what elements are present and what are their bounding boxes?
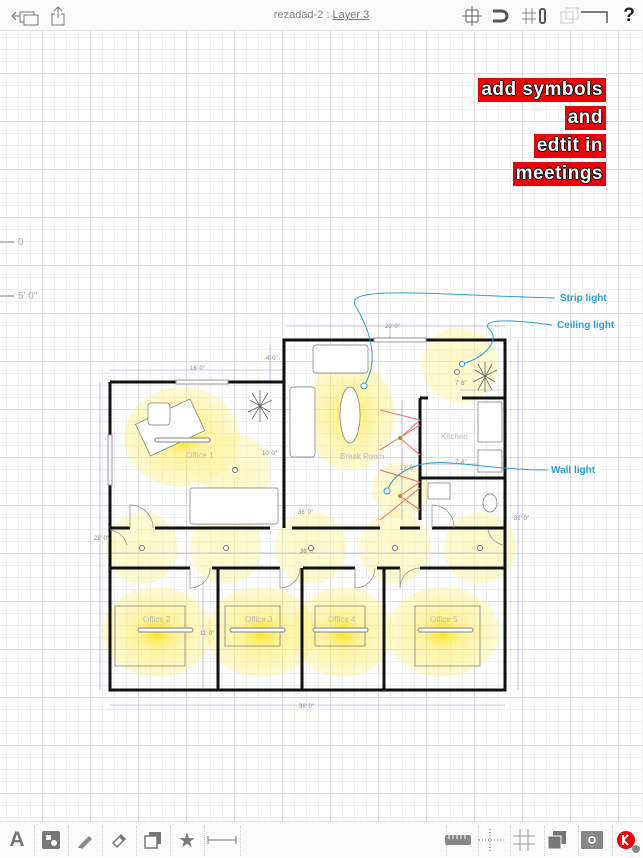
dim-label: 7' 6" <box>455 381 467 387</box>
dim-label: 11' 0" <box>200 631 215 637</box>
dim-label: 16' 0" <box>190 366 205 372</box>
room-label-office-3: Office 3 <box>245 615 273 624</box>
dim-label: 36' 0" <box>299 704 314 710</box>
room-label-break-room: Break Room <box>340 452 385 461</box>
snap-target-icon[interactable] <box>462 6 482 26</box>
image-icon[interactable] <box>140 828 166 852</box>
settings-icon[interactable] <box>580 828 604 852</box>
light-pools <box>102 327 516 677</box>
room-label-office-1: Office 1 <box>186 451 214 460</box>
annotation-strip-light[interactable]: Strip light <box>560 293 607 304</box>
room-label-office-5: Office 5 <box>430 615 458 624</box>
grid-lock-icon[interactable] <box>520 6 550 26</box>
room-label-kitchen: Kitchen <box>441 432 468 441</box>
ruler-icon[interactable] <box>444 828 472 852</box>
star-icon[interactable]: ★ <box>174 828 200 852</box>
layers-icon[interactable] <box>558 6 612 26</box>
dimension-icon[interactable] <box>206 828 238 852</box>
dim-label: 32' 0" <box>514 516 529 522</box>
grid-icon[interactable] <box>512 828 536 852</box>
dim-label: 10' 0" <box>262 451 277 457</box>
crosshair-icon[interactable] <box>478 828 502 852</box>
app-logo-icon[interactable] <box>614 828 642 856</box>
shape-icon[interactable] <box>38 828 64 852</box>
dim-label: 36' 0" <box>298 510 313 516</box>
layer-link[interactable]: Layer 3 <box>333 9 370 21</box>
floor-plan[interactable]: 16' 0" 20' 0" 4' 0" 10' 0" 7' 6" 7' 6" 3… <box>0 0 643 858</box>
dim-label: 7' 6" <box>455 460 467 466</box>
eraser-icon[interactable] <box>106 828 132 852</box>
help-icon[interactable]: ? <box>620 4 638 28</box>
text-icon[interactable]: A <box>4 828 30 852</box>
magnet-icon[interactable] <box>490 6 512 26</box>
annotation-wall-light[interactable]: Wall light <box>551 465 595 476</box>
layers-icon[interactable] <box>545 828 569 852</box>
dim-label: 4' 0" <box>266 356 278 362</box>
pencil-icon[interactable] <box>72 828 98 852</box>
top-toolbar: rezadad-2 : Layer 3 ? <box>0 0 643 31</box>
dim-label: 20' 0" <box>385 324 400 330</box>
dim-label: 28' 0" <box>94 536 109 542</box>
doc-name: rezadad-2 : <box>273 9 333 21</box>
room-label-office-4: Office 4 <box>328 615 356 624</box>
bottom-toolbar: A ★ <box>0 821 643 858</box>
annotation-ceiling-light[interactable]: Ceiling light <box>557 320 614 331</box>
room-label-office-2: Office 2 <box>143 615 171 624</box>
